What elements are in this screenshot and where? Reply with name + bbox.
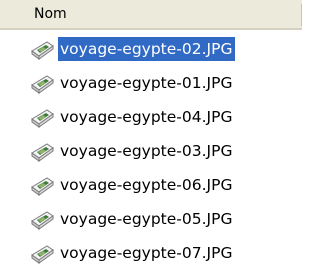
- file-row[interactable]: voyage-egypte-03.JPG: [0, 134, 302, 168]
- column-header-name[interactable]: Nom: [0, 0, 302, 30]
- file-row[interactable]: voyage-egypte-07.JPG: [0, 236, 302, 270]
- jpg-file-icon: [29, 106, 55, 128]
- jpg-file-icon: [29, 72, 55, 94]
- file-name: voyage-egypte-05.JPG: [60, 210, 233, 228]
- file-row[interactable]: voyage-egypte-05.JPG: [0, 202, 302, 236]
- file-name: voyage-egypte-02.JPG: [58, 37, 236, 61]
- file-name: voyage-egypte-04.JPG: [60, 108, 233, 126]
- file-row[interactable]: voyage-egypte-06.JPG: [0, 168, 302, 202]
- file-list-window: Nom voyage-egypte-02.JPG voyage-egypte-0…: [0, 0, 302, 273]
- jpg-file-icon: [29, 242, 55, 264]
- column-header-label: Nom: [34, 6, 67, 22]
- file-name: voyage-egypte-07.JPG: [60, 244, 233, 262]
- file-list: voyage-egypte-02.JPG voyage-egypte-01.JP…: [0, 32, 302, 270]
- file-row[interactable]: voyage-egypte-04.JPG: [0, 100, 302, 134]
- file-name: voyage-egypte-01.JPG: [60, 74, 233, 92]
- column-divider[interactable]: [301, 4, 302, 26]
- jpg-file-icon: [29, 208, 55, 230]
- jpg-file-icon: [29, 140, 55, 162]
- file-row[interactable]: voyage-egypte-02.JPG: [0, 32, 302, 66]
- file-row[interactable]: voyage-egypte-01.JPG: [0, 66, 302, 100]
- jpg-file-icon: [29, 174, 55, 196]
- file-name: voyage-egypte-03.JPG: [60, 142, 233, 160]
- jpg-file-icon: [29, 38, 55, 60]
- file-name: voyage-egypte-06.JPG: [60, 176, 233, 194]
